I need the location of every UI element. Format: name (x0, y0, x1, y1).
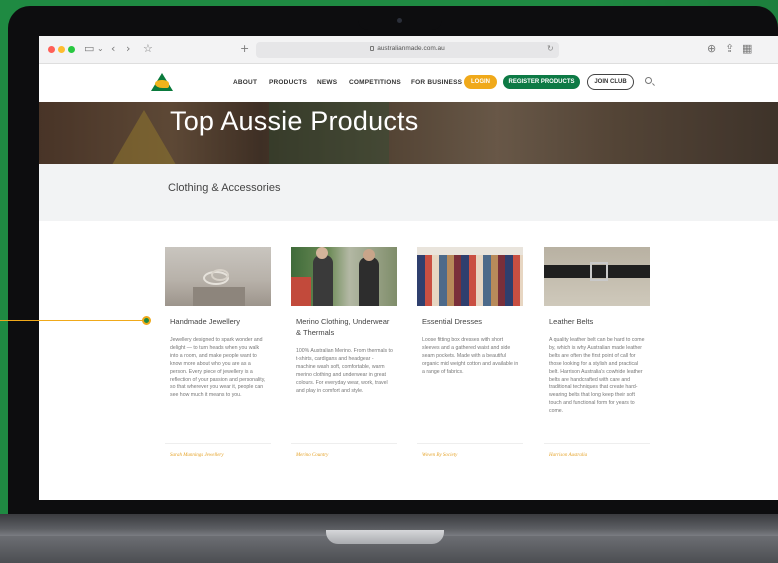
sidebar-icon[interactable]: ▭ (84, 42, 94, 56)
maximize-window-button[interactable] (68, 46, 75, 53)
brand-link[interactable]: Harrison Australia (549, 453, 587, 458)
product-image-jewellery[interactable] (165, 247, 271, 306)
product-title[interactable]: Merino Clothing, Underwear & Thermals (296, 317, 392, 338)
minimize-window-button[interactable] (58, 46, 65, 53)
site-header: ABOUT PRODUCTS NEWS COMPETITIONS FOR BUS… (39, 64, 778, 102)
product-description: A quality leather belt can be hard to co… (549, 337, 645, 415)
hero-banner: Top Aussie Products (39, 102, 778, 164)
close-window-button[interactable] (48, 46, 55, 53)
forward-icon[interactable]: › (126, 42, 130, 56)
register-products-button[interactable]: REGISTER PRODUCTS (503, 75, 580, 89)
reload-icon[interactable]: ↻ (547, 44, 554, 53)
laptop-opening-notch (326, 530, 444, 544)
product-image-dresses[interactable] (417, 247, 523, 306)
divider (417, 443, 523, 444)
category-band (39, 164, 778, 221)
tab-overview-icon[interactable]: ▦ (742, 42, 752, 56)
url-text: australianmade.com.au (377, 45, 445, 52)
back-icon[interactable]: ‹ (111, 42, 115, 56)
download-icon[interactable]: ⊕ (707, 42, 716, 56)
nav-about[interactable]: ABOUT (233, 79, 257, 86)
join-club-button[interactable]: JOIN CLUB (587, 74, 634, 90)
login-button[interactable]: LOGIN (464, 75, 497, 89)
product-title[interactable]: Essential Dresses (422, 317, 522, 328)
brand-link[interactable]: Sarah Munnings Jewellery (170, 453, 224, 458)
divider (165, 443, 271, 444)
nav-for-business[interactable]: FOR BUSINESS (411, 79, 462, 86)
browser-toolbar: ▭ ⌄ ‹ › ☆ + australianmade.com.au ↻ ⊕ ⇪ … (39, 36, 778, 64)
page-title: Top Aussie Products (170, 106, 419, 136)
product-title[interactable]: Leather Belts (549, 317, 649, 328)
nav-products[interactable]: PRODUCTS (269, 79, 307, 86)
nav-competitions[interactable]: COMPETITIONS (349, 79, 401, 86)
brand-link[interactable]: Merino Country (296, 453, 328, 458)
divider (291, 443, 397, 444)
lock-icon (370, 46, 375, 51)
callout-marker (142, 316, 151, 325)
product-description: Jewellery designed to spark wonder and d… (170, 337, 266, 399)
chevron-down-icon[interactable]: ⌄ (97, 42, 104, 56)
category-title: Clothing & Accessories (168, 182, 281, 194)
product-description: Loose fitting box dresses with short sle… (422, 337, 519, 375)
product-title[interactable]: Handmade Jewellery (170, 317, 270, 328)
product-image-belts[interactable] (544, 247, 650, 306)
search-icon[interactable] (645, 77, 652, 84)
divider (544, 443, 650, 444)
callout-line (0, 320, 145, 321)
address-bar[interactable]: australianmade.com.au ↻ (256, 42, 559, 58)
browser-window: ▭ ⌄ ‹ › ☆ + australianmade.com.au ↻ ⊕ ⇪ … (39, 36, 778, 500)
brand-link[interactable]: Woven By Society (422, 453, 457, 458)
bookmark-star-icon[interactable]: ☆ (143, 42, 153, 56)
product-description: 100% Australian Merino. From thermals to… (296, 348, 393, 394)
product-image-merino[interactable] (291, 247, 397, 306)
kangaroo-logo-icon (155, 80, 169, 88)
share-icon[interactable]: ⇪ (725, 42, 734, 56)
new-tab-icon[interactable]: + (240, 42, 249, 56)
nav-news[interactable]: NEWS (317, 79, 337, 86)
camera-icon (397, 18, 402, 23)
